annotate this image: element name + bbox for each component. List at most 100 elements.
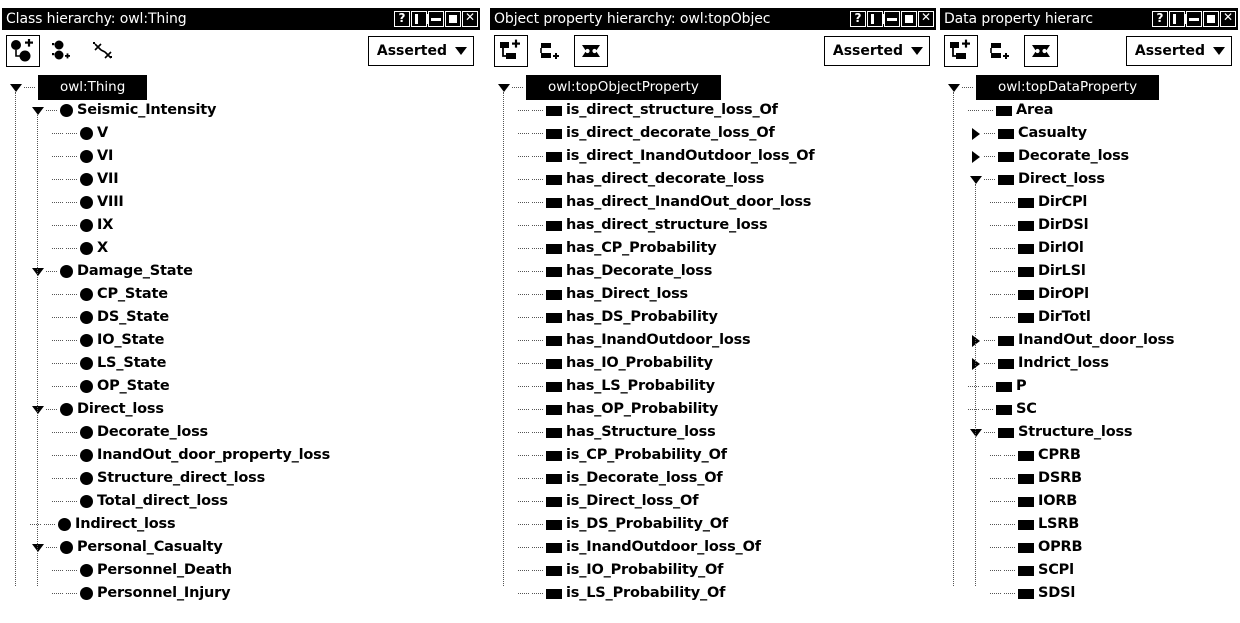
tree-row[interactable]: VIII — [0, 191, 482, 214]
tree-row[interactable]: OPRB — [938, 536, 1240, 559]
tree-row[interactable]: LSRB — [938, 513, 1240, 536]
tree-row[interactable]: has_Decorate_loss — [488, 260, 938, 283]
tree-row[interactable]: DirOPl — [938, 283, 1240, 306]
collapse-arrow-icon[interactable] — [8, 76, 24, 99]
tree-root-row[interactable]: owl:topObjectProperty — [488, 75, 938, 100]
tree-row[interactable]: is_CP_Probability_Of — [488, 444, 938, 467]
tree-row[interactable]: DS_State — [0, 306, 482, 329]
split-view-icon[interactable] — [411, 11, 429, 27]
tree-row[interactable]: DirDSl — [938, 214, 1240, 237]
tree-row[interactable]: X — [0, 237, 482, 260]
split-view-icon[interactable] — [867, 11, 885, 27]
delete-property-button[interactable] — [574, 35, 608, 67]
tree-row[interactable]: is_DS_Probability_Of — [488, 513, 938, 536]
minimize-icon[interactable] — [428, 11, 444, 27]
tree-row[interactable]: is_Direct_loss_Of — [488, 490, 938, 513]
tree-row[interactable]: Direct_loss — [938, 168, 1240, 191]
class-asserted-dropdown[interactable]: Asserted — [367, 36, 474, 66]
close-icon[interactable] — [918, 10, 934, 27]
tree-row[interactable]: Personal_Casualty — [0, 536, 482, 559]
tree-row[interactable]: has_OP_Probability — [488, 398, 938, 421]
tree-row[interactable]: InandOut_door_property_loss — [0, 444, 482, 467]
tree-row[interactable]: InandOut_door_loss — [938, 329, 1240, 352]
minimize-icon[interactable] — [1186, 11, 1202, 27]
tree-row[interactable]: has_direct_InandOut_door_loss — [488, 191, 938, 214]
collapse-arrow-icon[interactable] — [30, 536, 46, 559]
collapse-arrow-icon[interactable] — [30, 398, 46, 421]
tree-row[interactable]: Decorate_loss — [938, 145, 1240, 168]
tree-row[interactable]: has_direct_decorate_loss — [488, 168, 938, 191]
tree-row[interactable]: DirTotl — [938, 306, 1240, 329]
tree-row[interactable]: OP_State — [0, 375, 482, 398]
data-property-tree[interactable]: owl:topDataProperty Area Casualty Decorate_… — [938, 72, 1240, 605]
maximize-icon[interactable] — [445, 11, 461, 27]
tree-row[interactable]: Area — [938, 99, 1240, 122]
tree-root-row[interactable]: owl:topDataProperty — [938, 75, 1240, 100]
tree-row[interactable]: CPRB — [938, 444, 1240, 467]
tree-row[interactable]: VI — [0, 145, 482, 168]
tree-row[interactable]: Total_direct_loss — [0, 490, 482, 513]
add-subclass-button[interactable] — [6, 35, 40, 67]
tree-row[interactable]: is_direct_structure_loss_Of — [488, 99, 938, 122]
help-icon[interactable] — [1152, 11, 1168, 27]
tree-row[interactable]: Structure_direct_loss — [0, 467, 482, 490]
class-hierarchy-tree[interactable]: owl:Thing Seismic_Intensity V VI VII VIII IX X D… — [0, 72, 482, 605]
data-asserted-dropdown[interactable]: Asserted — [1125, 36, 1232, 66]
tree-row[interactable]: DSRB — [938, 467, 1240, 490]
tree-row[interactable]: is_direct_decorate_loss_Of — [488, 122, 938, 145]
tree-row[interactable]: Indirect_loss — [0, 513, 482, 536]
add-sub-property-button[interactable] — [494, 35, 528, 67]
tree-row[interactable]: has_CP_Probability — [488, 237, 938, 260]
tree-row[interactable]: has_DS_Probability — [488, 306, 938, 329]
add-sibling-class-button[interactable] — [46, 35, 80, 67]
tree-row[interactable]: LS_State — [0, 352, 482, 375]
tree-row[interactable]: SDSl — [938, 582, 1240, 605]
collapse-arrow-icon[interactable] — [30, 99, 46, 122]
add-sibling-property-button[interactable] — [984, 35, 1018, 67]
tree-row[interactable]: V — [0, 122, 482, 145]
tree-row[interactable]: Decorate_loss — [0, 421, 482, 444]
tree-row[interactable]: DirCPl — [938, 191, 1240, 214]
tree-row[interactable]: VII — [0, 168, 482, 191]
close-icon[interactable] — [462, 10, 478, 27]
tree-row[interactable]: is_direct_InandOutdoor_loss_Of — [488, 145, 938, 168]
tree-row[interactable]: IORB — [938, 490, 1240, 513]
tree-row[interactable]: has_Direct_loss — [488, 283, 938, 306]
tree-row[interactable]: DirLSl — [938, 260, 1240, 283]
tree-row[interactable]: Seismic_Intensity — [0, 99, 482, 122]
add-sibling-property-button[interactable] — [534, 35, 568, 67]
close-icon[interactable] — [1220, 10, 1236, 27]
expand-arrow-icon[interactable] — [968, 145, 984, 168]
tree-row[interactable]: has_direct_structure_loss — [488, 214, 938, 237]
tree-row[interactable]: has_InandOutdoor_loss — [488, 329, 938, 352]
tree-root-row[interactable]: owl:Thing — [0, 75, 482, 100]
collapse-arrow-icon[interactable] — [968, 168, 984, 191]
tree-row[interactable]: has_IO_Probability — [488, 352, 938, 375]
maximize-icon[interactable] — [1203, 11, 1219, 27]
tree-row[interactable]: SCPl — [938, 559, 1240, 582]
add-sub-property-button[interactable] — [944, 35, 978, 67]
tree-row[interactable]: Indrict_loss — [938, 352, 1240, 375]
maximize-icon[interactable] — [901, 11, 917, 27]
tree-row[interactable]: Damage_State — [0, 260, 482, 283]
collapse-arrow-icon[interactable] — [968, 421, 984, 444]
object-asserted-dropdown[interactable]: Asserted — [823, 36, 930, 66]
minimize-icon[interactable] — [884, 11, 900, 27]
help-icon[interactable] — [850, 11, 866, 27]
collapse-arrow-icon[interactable] — [30, 260, 46, 283]
tree-row[interactable]: CP_State — [0, 283, 482, 306]
tree-row[interactable]: has_LS_Probability — [488, 375, 938, 398]
expand-arrow-icon[interactable] — [968, 122, 984, 145]
tree-row[interactable]: is_IO_Probability_Of — [488, 559, 938, 582]
tree-row[interactable]: SC — [938, 398, 1240, 421]
tree-row[interactable]: IO_State — [0, 329, 482, 352]
object-property-tree[interactable]: owl:topObjectProperty is_direct_structure… — [488, 72, 938, 605]
tree-row[interactable]: Structure_loss — [938, 421, 1240, 444]
split-view-icon[interactable] — [1169, 11, 1187, 27]
tree-row[interactable]: Casualty — [938, 122, 1240, 145]
expand-arrow-icon[interactable] — [968, 352, 984, 375]
tree-row[interactable]: Direct_loss — [0, 398, 482, 421]
tree-row[interactable]: has_Structure_loss — [488, 421, 938, 444]
tree-row[interactable]: is_LS_Probability_Of — [488, 582, 938, 605]
collapse-arrow-icon[interactable] — [946, 76, 962, 99]
